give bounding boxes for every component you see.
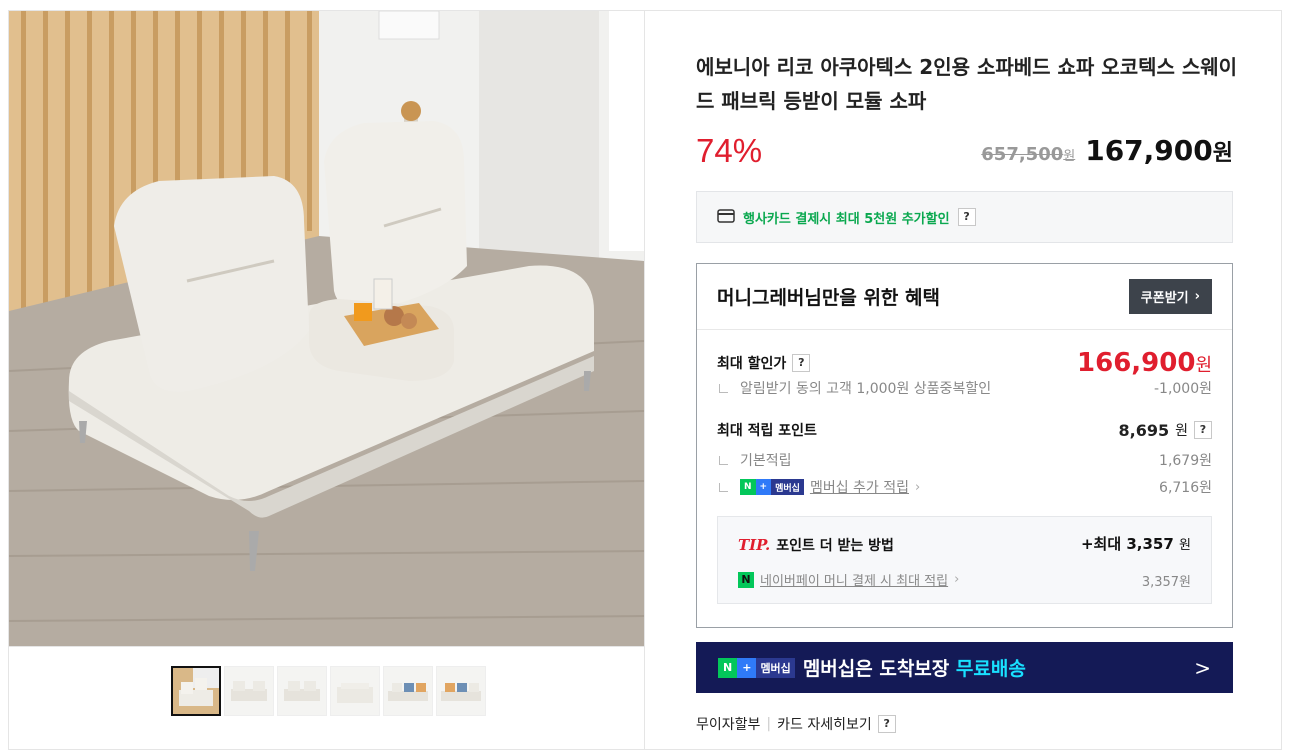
payment-links: 무이자할부 | 카드 자세히보기 ?: [696, 714, 896, 734]
product-title: 에보니아 리코 아쿠아텍스 2인용 소파베드 쇼파 오코텍스 스웨이드 패브릭 …: [696, 55, 1238, 113]
chevron-right-icon: ›: [915, 479, 921, 495]
badge-n: N: [740, 479, 756, 495]
chevron-right-icon: ›: [954, 572, 960, 587]
member-benefit-box: 머니그레버님만을 위한 혜택 쿠폰받기 › 최대 할인가? 166,900원 알림…: [696, 263, 1233, 628]
npay-row[interactable]: N 네이버페이 머니 결제 시 최대 적립 ›: [738, 570, 959, 589]
thumbnail-6[interactable]: [436, 666, 486, 716]
tree-branch-icon: [719, 383, 728, 393]
max-discount-price-unit: 원: [1195, 355, 1212, 376]
alarm-discount-value: -1,000원: [1153, 381, 1212, 397]
discount-rate: 74%: [696, 132, 763, 169]
card-detail-link[interactable]: 카드 자세히보기: [777, 714, 872, 734]
original-price-value: 657,500: [981, 144, 1064, 165]
tip-max-value: +최대 3,357: [1080, 535, 1174, 553]
shipping-banner-text: 멤버십은 도착보장 무료배송: [803, 654, 1026, 681]
max-discount-price: 166,900원: [1077, 348, 1212, 378]
max-points-help-icon[interactable]: ?: [1194, 421, 1212, 439]
membership-shipping-banner[interactable]: N + 멤버십 멤버십은 도착보장 무료배송 >: [696, 642, 1233, 693]
thumbnail-3[interactable]: [277, 666, 327, 716]
membership-points-link[interactable]: 멤버십 추가 적립: [810, 477, 909, 497]
sale-price-unit: 원: [1212, 141, 1233, 166]
original-price-unit: 원: [1063, 149, 1076, 164]
tip-max-points: +최대 3,357 원: [1081, 533, 1191, 554]
benefit-heading: 머니그레버님만을 위한 혜택: [717, 287, 940, 309]
tip-word: TIP.: [738, 536, 771, 554]
divider: [8, 646, 645, 647]
link-separator: |: [766, 716, 772, 732]
naver-pay-icon: N: [738, 571, 754, 588]
badge-n: N: [718, 657, 738, 678]
naver-plus-membership-badge: N + 멤버십: [740, 479, 804, 495]
price-area: 657,500원 167,900원: [981, 134, 1233, 167]
max-points-value: 8,695: [1118, 420, 1170, 440]
max-discount-row: 최대 할인가? 166,900원: [717, 348, 1212, 378]
badge-text: 멤버십: [760, 661, 791, 675]
card-discount-help-icon[interactable]: ?: [957, 208, 976, 226]
basic-points-row: 기본적립 1,679원: [717, 450, 1212, 470]
max-discount-label: 최대 할인가: [717, 356, 787, 372]
sale-price: 167,900원: [1085, 134, 1233, 167]
original-price: 657,500원: [981, 144, 1075, 165]
badge-plus: +: [755, 479, 772, 495]
naver-plus-membership-badge: N + 멤버십: [718, 657, 795, 678]
divider: [644, 10, 645, 750]
membership-points-value: 6,716원: [1159, 480, 1212, 496]
max-discount-price-value: 166,900: [1077, 348, 1196, 378]
max-points-row: 최대 적립 포인트 8,695 원?: [717, 420, 1212, 440]
card-detail-help-icon[interactable]: ?: [877, 715, 896, 733]
product-main-image[interactable]: [9, 11, 644, 646]
thumbnail-4[interactable]: [330, 666, 380, 716]
badge-text: 멤버십: [775, 483, 800, 494]
tip-box: TIP. 포인트 더 받는 방법 +최대 3,357 원 N 네이버페이 머니 결제…: [717, 516, 1212, 604]
npay-points-value: 3,357원: [1141, 575, 1191, 590]
chevron-right-icon: >: [1194, 655, 1211, 680]
thumbnail-strip: [171, 666, 486, 716]
membership-points-row[interactable]: N + 멤버십 멤버십 추가 적립 › 6,716원: [717, 477, 1212, 497]
tip-max-unit: 원: [1179, 538, 1191, 553]
benefit-header: 머니그레버님만을 위한 혜택 쿠폰받기 ›: [697, 264, 1232, 330]
coupon-button[interactable]: 쿠폰받기 ›: [1128, 279, 1212, 314]
shipping-banner-highlight: 무료배송: [955, 658, 1026, 680]
npay-points-link[interactable]: 네이버페이 머니 결제 시 최대 적립: [760, 570, 948, 589]
chevron-right-icon: ›: [1194, 289, 1200, 304]
alarm-discount-label: 알림받기 동의 고객 1,000원 상품중복할인: [740, 381, 992, 397]
max-points-unit: 원: [1175, 423, 1188, 439]
credit-card-icon: [717, 208, 735, 227]
max-discount-help-icon[interactable]: ?: [792, 354, 811, 372]
tree-branch-icon: [719, 455, 728, 465]
tree-branch-icon: [719, 482, 728, 492]
basic-points-value: 1,679원: [1159, 453, 1212, 469]
card-discount-text: 행사카드 결제시 최대 5천원 추가할인: [743, 211, 950, 227]
basic-points-label: 기본적립: [740, 453, 792, 469]
thumbnail-1[interactable]: [171, 666, 221, 716]
thumbnail-5[interactable]: [383, 666, 433, 716]
alarm-discount-row: 알림받기 동의 고객 1,000원 상품중복할인 -1,000원: [717, 378, 1212, 398]
sale-price-value: 167,900: [1085, 134, 1213, 167]
tip-title: TIP. 포인트 더 받는 방법: [738, 535, 894, 555]
tip-title-text: 포인트 더 받는 방법: [776, 538, 894, 554]
installment-link[interactable]: 무이자할부: [696, 714, 760, 734]
max-points-label: 최대 적립 포인트: [717, 423, 817, 439]
card-discount-banner[interactable]: 행사카드 결제시 최대 5천원 추가할인 ?: [696, 191, 1233, 243]
shipping-banner-main: 멤버십은 도착보장: [802, 658, 950, 680]
thumbnail-2[interactable]: [224, 666, 274, 716]
coupon-button-label: 쿠폰받기: [1140, 291, 1189, 306]
badge-plus: +: [737, 657, 757, 678]
